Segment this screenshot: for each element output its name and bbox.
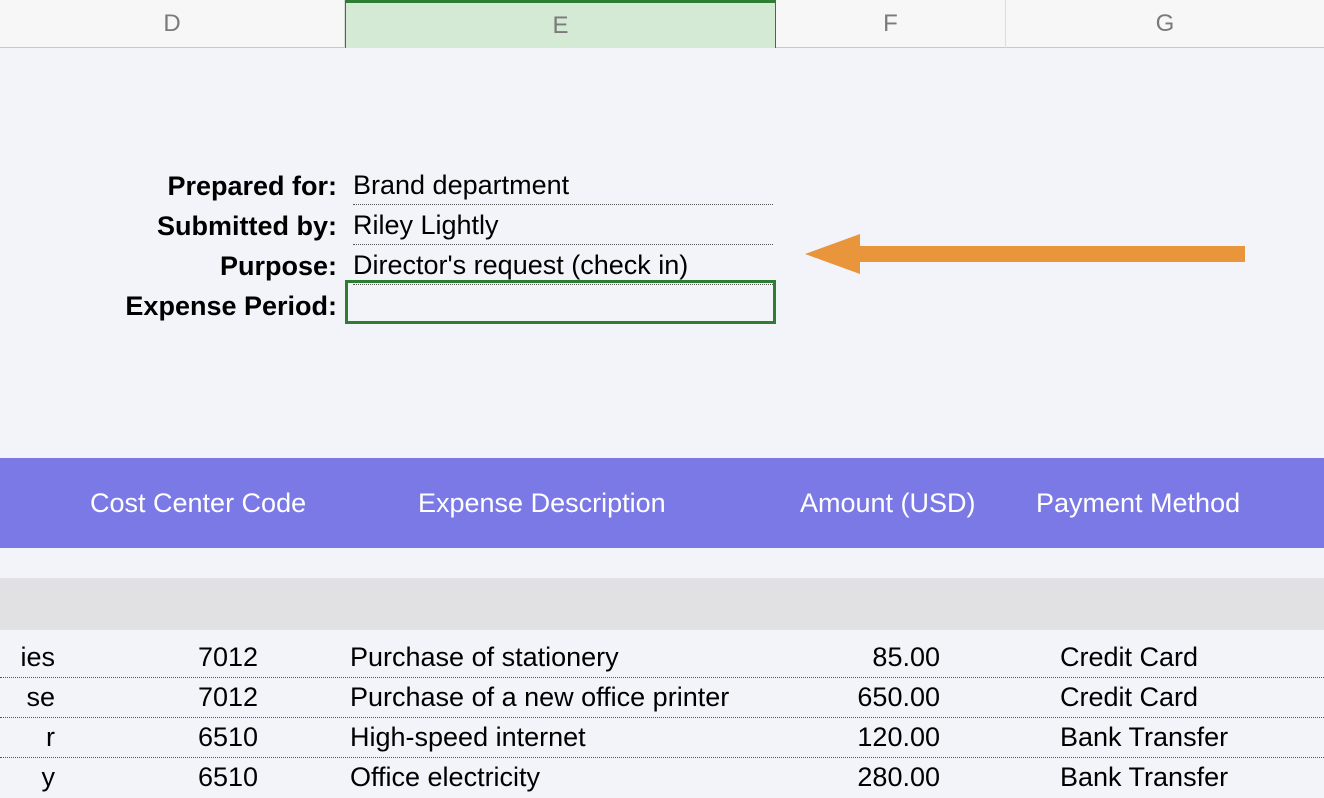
arrow-annotation-icon [805, 234, 1245, 274]
table-row[interactable]: r 6510 High-speed internet 120.00 Bank T… [0, 718, 1324, 758]
row-desc: Purchase of stationery [350, 642, 770, 673]
hdr-description: Expense Description [418, 488, 666, 519]
row-payment: Bank Transfer [1060, 762, 1300, 793]
column-header-D[interactable]: D [0, 0, 345, 48]
row-payment: Bank Transfer [1060, 722, 1300, 753]
row-code: 7012 [168, 682, 288, 713]
column-header-bar: D E F G [0, 0, 1324, 48]
expense-rows: ies 7012 Purchase of stationery 85.00 Cr… [0, 638, 1324, 798]
row-desc: Office electricity [350, 762, 770, 793]
row-code: 6510 [168, 722, 288, 753]
row-partial: se [0, 682, 55, 713]
spreadsheet-viewport: D E F G Prepared for: Brand department S… [0, 0, 1324, 798]
submitted-by-label: Submitted by: [0, 211, 345, 242]
row-partial: y [0, 762, 55, 793]
prepared-for-value[interactable]: Brand department [353, 167, 773, 205]
purpose-label: Purpose: [0, 251, 345, 282]
submitted-by-value[interactable]: Riley Lightly [353, 207, 773, 245]
column-header-G[interactable]: G [1006, 0, 1324, 48]
hdr-amount: Amount (USD) [800, 488, 976, 519]
row-desc: High-speed internet [350, 722, 770, 753]
hdr-payment: Payment Method [1036, 488, 1240, 519]
subheader-band [0, 578, 1324, 630]
row-code: 6510 [168, 762, 288, 793]
row-amount: 120.00 [830, 722, 940, 753]
row-partial: ies [0, 642, 55, 673]
row-payment: Credit Card [1060, 642, 1300, 673]
table-row[interactable]: se 7012 Purchase of a new office printer… [0, 678, 1324, 718]
row-desc: Purchase of a new office printer [350, 682, 770, 713]
sheet-body[interactable]: Prepared for: Brand department Submitted… [0, 48, 1324, 798]
expense-period-label: Expense Period: [0, 291, 345, 322]
row-payment: Credit Card [1060, 682, 1300, 713]
table-row[interactable]: ies 7012 Purchase of stationery 85.00 Cr… [0, 638, 1324, 678]
expense-table-header: Cost Center Code Expense Description Amo… [0, 458, 1324, 548]
row-code: 7012 [168, 642, 288, 673]
prepared-for-label: Prepared for: [0, 171, 345, 202]
row-amount: 650.00 [830, 682, 940, 713]
hdr-cost-center: Cost Center Code [90, 488, 306, 519]
column-header-E[interactable]: E [345, 0, 776, 48]
table-row[interactable]: y 6510 Office electricity 280.00 Bank Tr… [0, 758, 1324, 798]
column-header-F[interactable]: F [776, 0, 1006, 48]
row-amount: 280.00 [830, 762, 940, 793]
row-amount: 85.00 [830, 642, 940, 673]
row-partial: r [0, 722, 55, 753]
active-cell[interactable] [345, 280, 776, 324]
